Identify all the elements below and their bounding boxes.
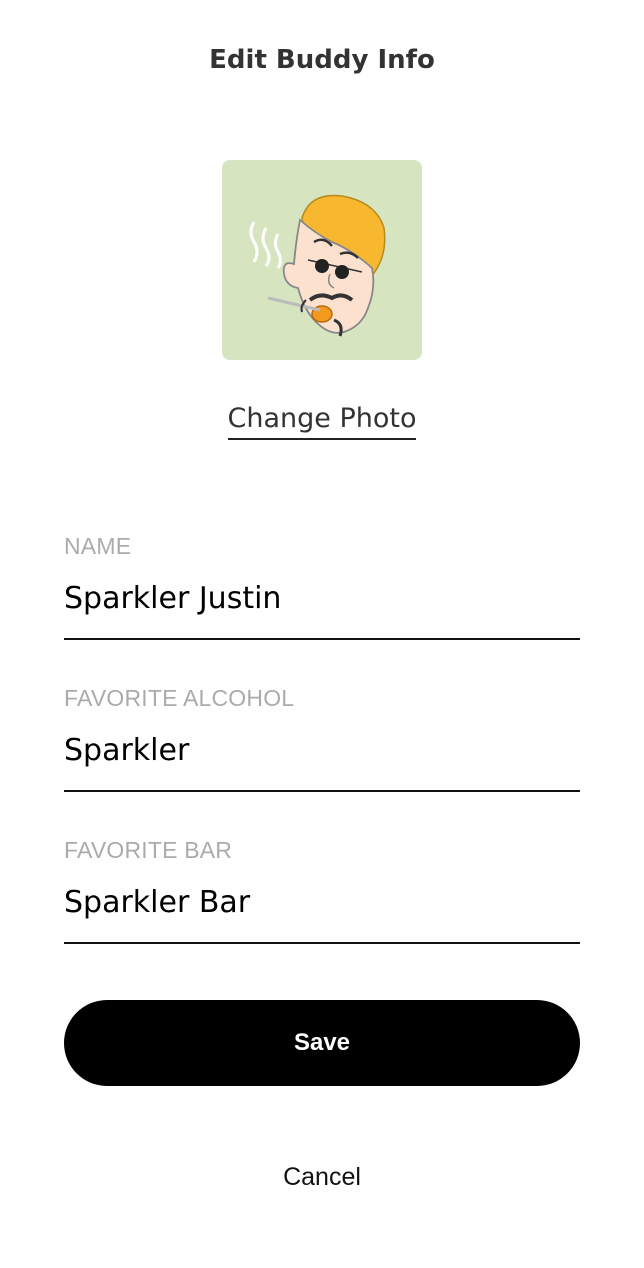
favorite-alcohol-input[interactable] xyxy=(64,728,580,792)
page-title: Edit Buddy Info xyxy=(209,45,435,75)
cartoon-smoking-man-avatar-icon xyxy=(222,160,422,360)
favorite-bar-field-group: FAVORITE BAR xyxy=(64,836,580,944)
name-label: NAME xyxy=(64,533,132,559)
favorite-bar-label: FAVORITE BAR xyxy=(64,837,233,863)
change-photo-link[interactable]: Change Photo xyxy=(227,403,417,440)
favorite-alcohol-field-group: FAVORITE ALCOHOL xyxy=(64,684,580,792)
name-field-group: NAME xyxy=(64,532,580,640)
favorite-alcohol-label: FAVORITE ALCOHOL xyxy=(64,685,295,711)
save-button[interactable]: Save xyxy=(64,1000,580,1086)
cancel-button[interactable]: Cancel xyxy=(222,1155,422,1199)
name-input[interactable] xyxy=(64,576,580,640)
buddy-avatar[interactable] xyxy=(222,160,422,360)
favorite-bar-input[interactable] xyxy=(64,880,580,944)
